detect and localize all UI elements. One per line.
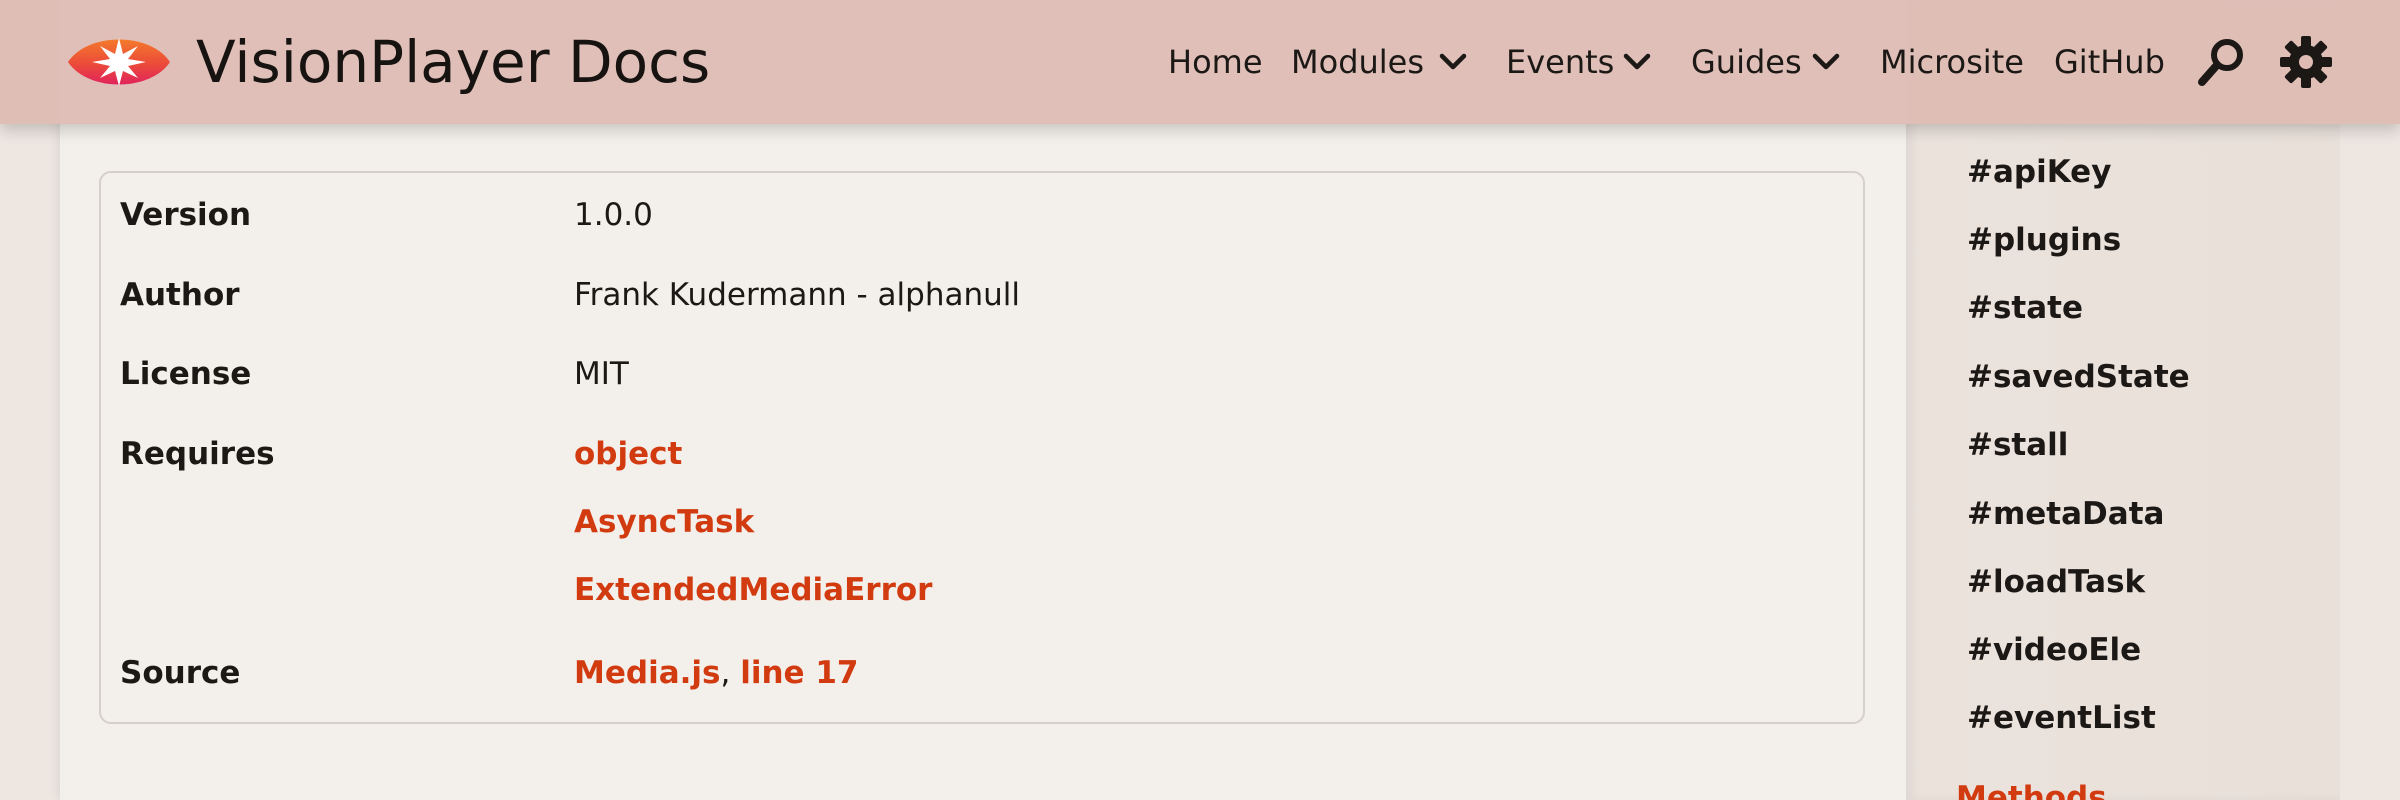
toc-item-loadtask[interactable]: #loadTask — [1967, 562, 2145, 602]
properties-table: Version 1.0.0 Author Frank Kudermann - a… — [99, 171, 1865, 724]
source-separator: , — [720, 655, 731, 691]
top-header: VisionPlayer Docs Home Modules Events Gu… — [0, 0, 2400, 124]
site-title[interactable]: VisionPlayer Docs — [196, 22, 710, 102]
requires-label: Requires — [120, 436, 275, 472]
version-value: 1.0.0 — [574, 197, 653, 233]
chevron-down-icon[interactable] — [1438, 52, 1468, 76]
source-value: Media.js, line 17 — [574, 653, 858, 693]
requires-link-asynctask[interactable]: AsyncTask — [574, 502, 932, 542]
requires-list: object AsyncTask ExtendedMediaError — [574, 434, 932, 638]
requires-link-extendedmediaerror[interactable]: ExtendedMediaError — [574, 570, 932, 610]
nav-modules[interactable]: Modules — [1291, 40, 1424, 84]
toc-section-methods[interactable]: Methods — [1956, 778, 2107, 800]
nav-events[interactable]: Events — [1506, 40, 1614, 84]
author-label: Author — [120, 277, 240, 313]
license-value: MIT — [574, 356, 629, 392]
nav-guides[interactable]: Guides — [1691, 40, 1802, 84]
logo-icon[interactable] — [66, 28, 172, 100]
source-line-link[interactable]: line 17 — [740, 655, 858, 691]
gear-icon[interactable] — [2278, 34, 2334, 94]
author-value: Frank Kudermann - alphanull — [574, 277, 1020, 313]
toc-item-savedstate[interactable]: #savedState — [1967, 357, 2190, 397]
toc-item-stall[interactable]: #stall — [1967, 425, 2068, 465]
requires-link-object[interactable]: object — [574, 434, 932, 474]
page: Version 1.0.0 Author Frank Kudermann - a… — [0, 0, 2400, 800]
source-label: Source — [120, 655, 241, 691]
chevron-down-icon[interactable] — [1811, 52, 1841, 76]
nav-microsite[interactable]: Microsite — [1880, 40, 2024, 84]
nav-home[interactable]: Home — [1168, 40, 1263, 84]
toc-item-state[interactable]: #state — [1967, 288, 2083, 328]
toc-item-videoele[interactable]: #videoEle — [1967, 630, 2141, 670]
toc-item-apikey[interactable]: #apiKey — [1967, 152, 2111, 192]
toc-item-metadata[interactable]: #metaData — [1967, 494, 2164, 534]
version-label: Version — [120, 197, 252, 233]
license-label: License — [120, 356, 252, 392]
source-file-link[interactable]: Media.js — [574, 655, 720, 691]
search-icon[interactable] — [2194, 34, 2250, 94]
chevron-down-icon[interactable] — [1622, 52, 1652, 76]
toc-item-plugins[interactable]: #plugins — [1967, 220, 2121, 260]
toc-item-eventlist[interactable]: #eventList — [1967, 698, 2156, 738]
nav-github[interactable]: GitHub — [2054, 40, 2165, 84]
